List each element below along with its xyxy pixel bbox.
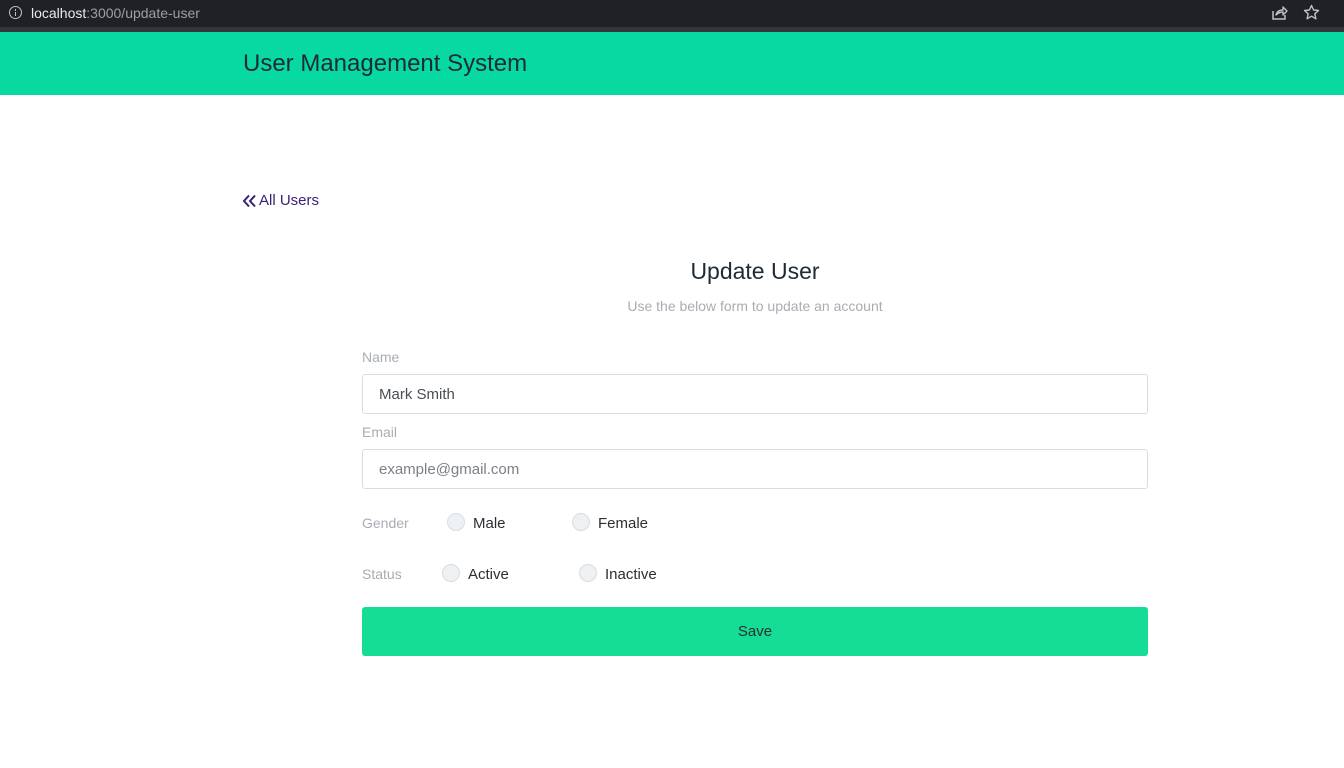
save-button[interactable]: Save: [362, 607, 1148, 656]
status-label: Status: [362, 566, 402, 582]
app-header: User Management System: [0, 32, 1344, 95]
status-inactive-radio[interactable]: [579, 564, 597, 582]
form-title: Update User: [690, 258, 820, 284]
browser-toolbar: localhost:3000/update-user: [0, 0, 1344, 27]
email-label: Email: [362, 424, 398, 440]
status-active-label[interactable]: Active: [468, 566, 509, 583]
status-inactive-label[interactable]: Inactive: [605, 566, 657, 583]
share-icon[interactable]: [1271, 5, 1288, 21]
site-info-icon[interactable]: [9, 6, 22, 19]
all-users-label: All Users: [259, 192, 320, 209]
gender-male-label[interactable]: Male: [473, 515, 506, 532]
email-input[interactable]: [362, 449, 1148, 489]
url-host: localhost: [31, 5, 87, 21]
app-title: User Management System: [243, 50, 528, 77]
name-input[interactable]: [362, 374, 1148, 414]
bookmark-star-icon[interactable]: [1303, 4, 1320, 21]
name-label: Name: [362, 349, 400, 365]
form-subtitle: Use the below form to update an account: [627, 298, 883, 314]
gender-female-label[interactable]: Female: [598, 515, 648, 532]
gender-male-radio[interactable]: [447, 513, 465, 531]
status-active-radio[interactable]: [442, 564, 460, 582]
gender-female-radio[interactable]: [572, 513, 590, 531]
double-chevron-left-icon: [242, 194, 256, 207]
address-bar[interactable]: localhost:3000/update-user: [31, 5, 200, 21]
gender-label: Gender: [362, 515, 409, 531]
url-path: :3000/update-user: [86, 5, 200, 21]
all-users-link[interactable]: All Users: [242, 192, 319, 209]
